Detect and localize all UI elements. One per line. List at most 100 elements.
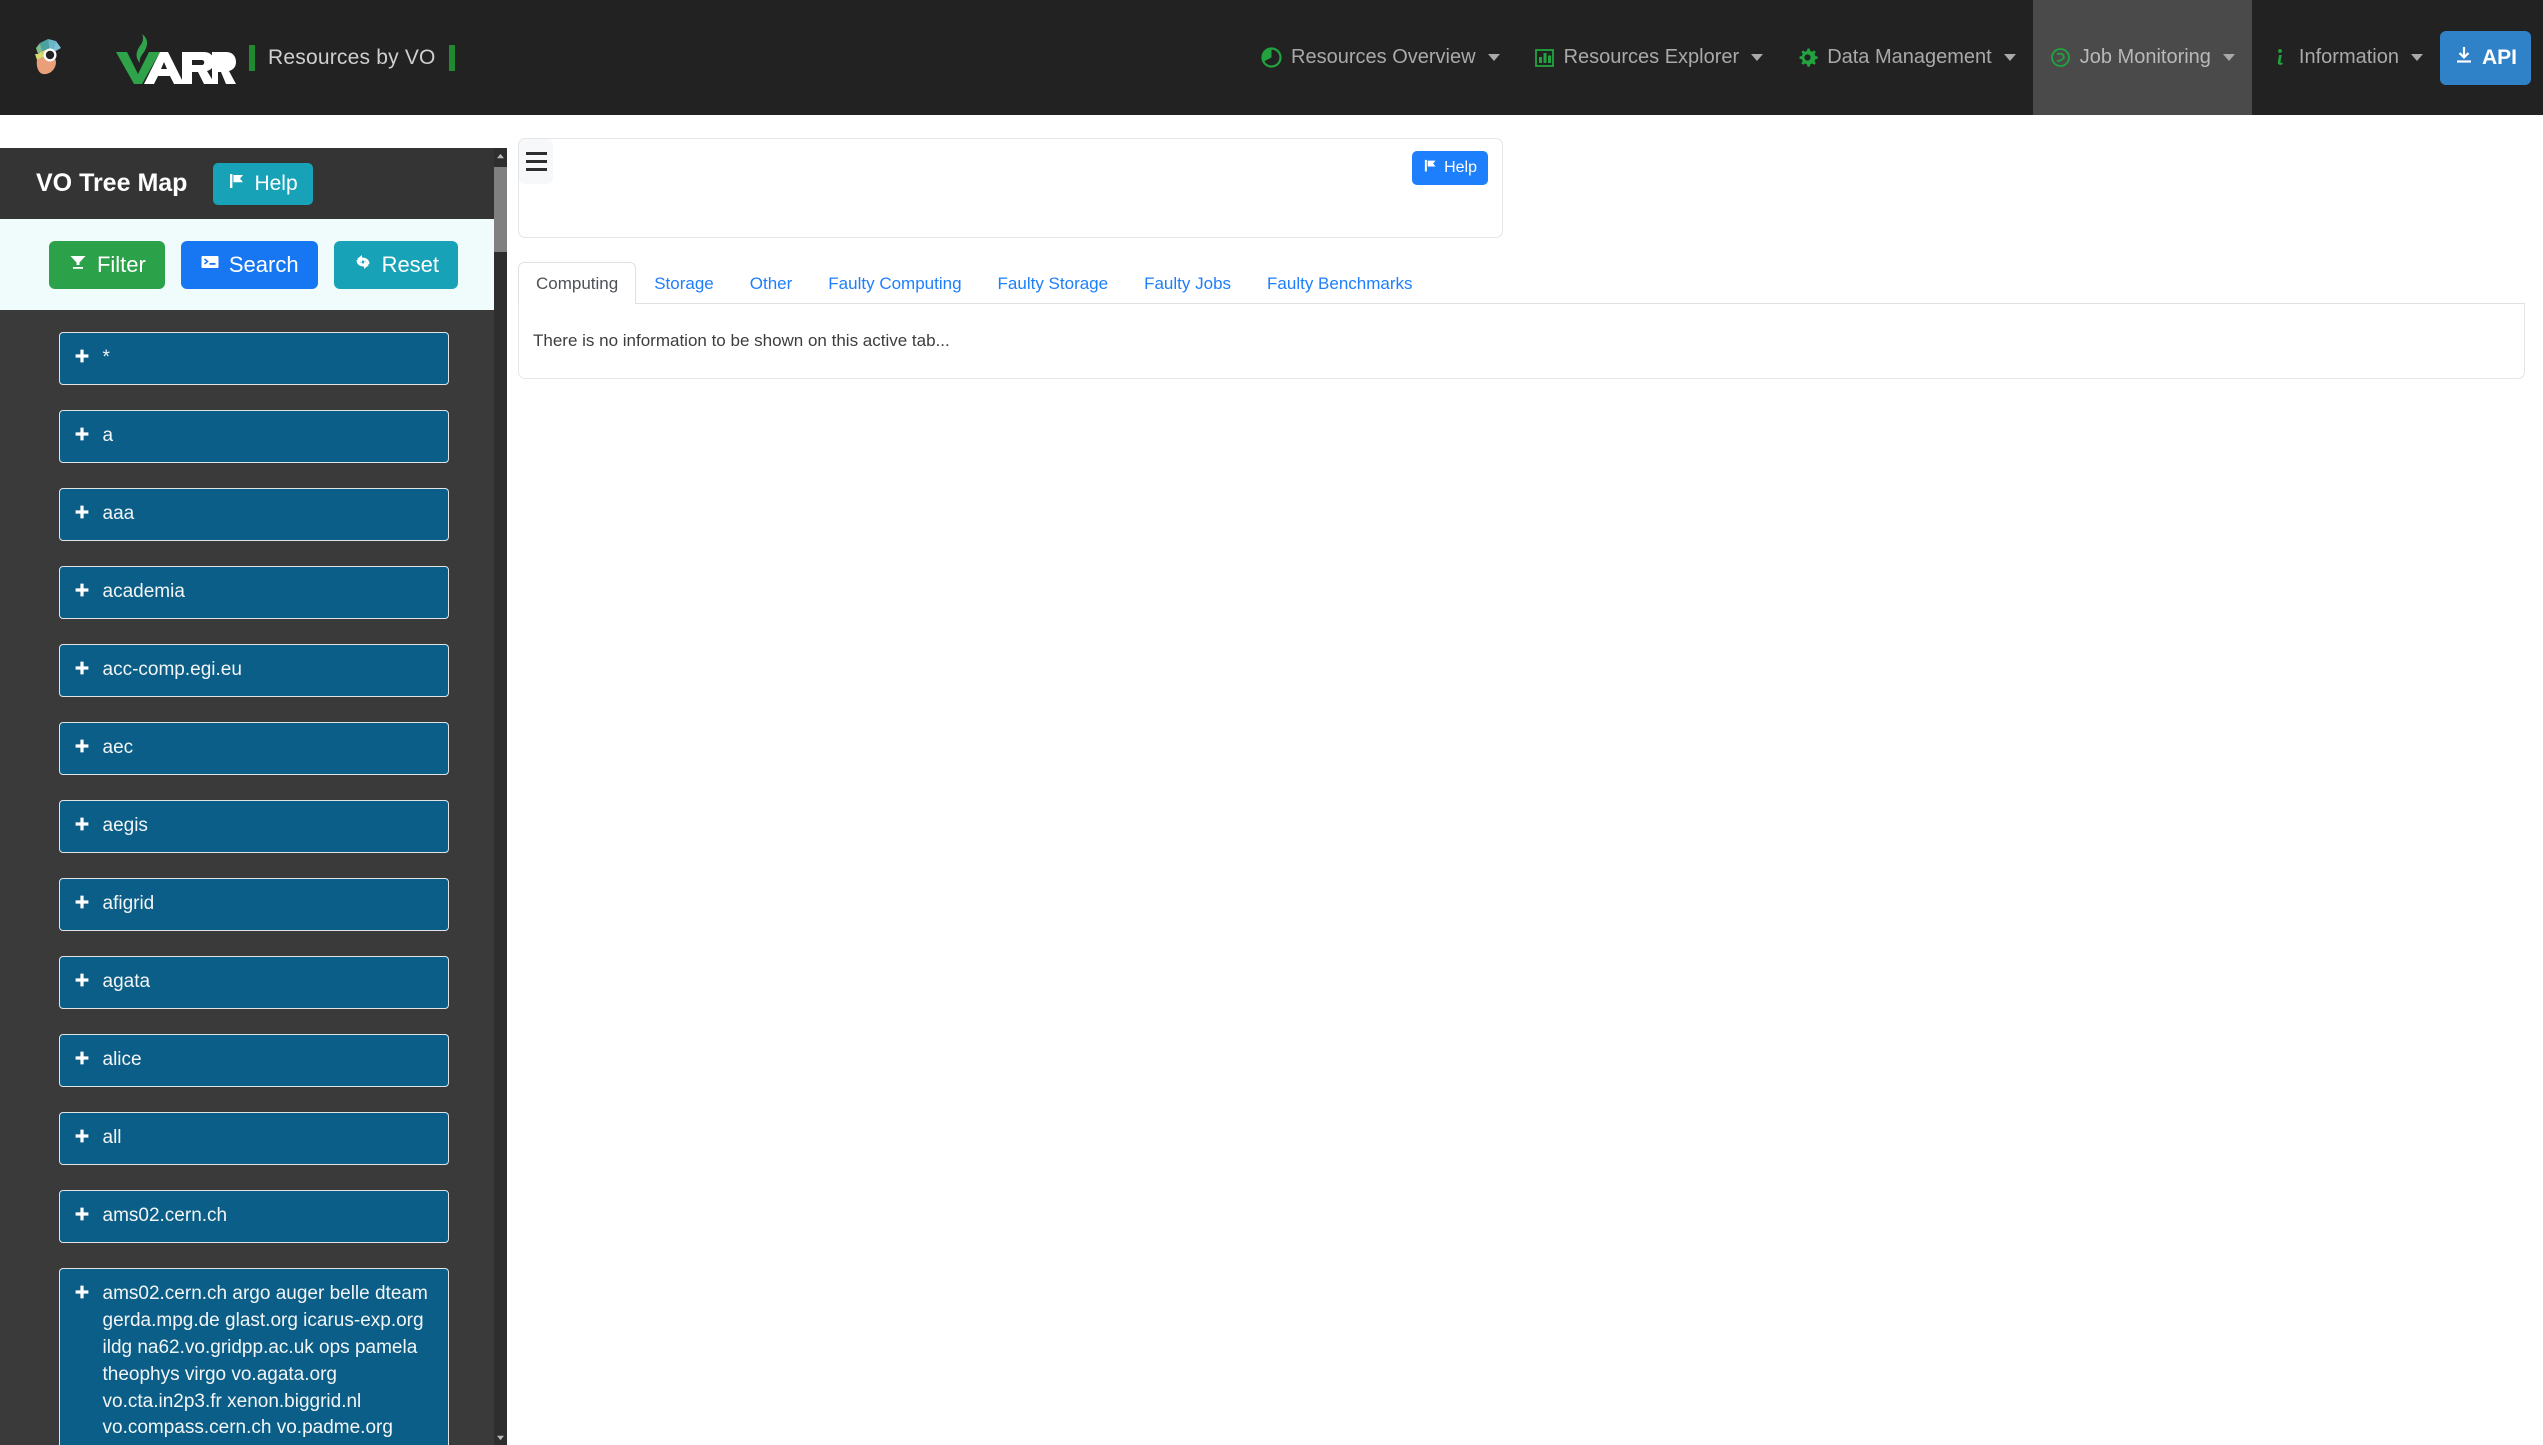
reset-button-label: Reset bbox=[382, 252, 439, 278]
scroll-down-arrow-icon[interactable] bbox=[494, 1429, 507, 1445]
nav-item-data-management[interactable]: Data Management bbox=[1780, 0, 2033, 115]
tree-item-label: aaa bbox=[103, 501, 135, 528]
nav-label-resources-explorer: Resources Explorer bbox=[1564, 46, 1740, 69]
tree-item-label: alice bbox=[103, 1047, 142, 1074]
nav-item-resources-overview[interactable]: Resources Overview bbox=[1244, 0, 1517, 115]
brand-separator-left bbox=[249, 45, 255, 71]
tab-label: Faulty Jobs bbox=[1144, 274, 1231, 293]
vo-tree-sidebar: VO Tree Map Help Filter bbox=[0, 148, 507, 1445]
scrollbar-thumb[interactable] bbox=[494, 167, 507, 252]
reset-button[interactable]: Reset bbox=[334, 241, 458, 289]
sidebar-title: VO Tree Map bbox=[36, 169, 187, 198]
filter-button-label: Filter bbox=[97, 252, 146, 278]
tree-item[interactable]: aec bbox=[59, 722, 449, 775]
clock-circle-icon bbox=[2050, 47, 2071, 68]
flag-icon bbox=[228, 172, 246, 196]
navbar-menu: Resources Overview Resources Explorer bbox=[1244, 0, 2543, 115]
vo-tree-list: * a aaa academia acc-comp.egi.eu aec aeg… bbox=[0, 310, 507, 1445]
tree-item-label: afigrid bbox=[103, 891, 155, 918]
tree-item-label: academia bbox=[103, 579, 185, 606]
chevron-down-icon bbox=[2004, 54, 2016, 61]
tree-item[interactable]: acc-comp.egi.eu bbox=[59, 644, 449, 697]
chevron-down-icon bbox=[2411, 54, 2423, 61]
tree-item[interactable]: a bbox=[59, 410, 449, 463]
tab-content-panel: There is no information to be shown on t… bbox=[518, 304, 2525, 379]
nav-item-job-monitoring[interactable]: Job Monitoring bbox=[2033, 0, 2252, 115]
search-button[interactable]: Search bbox=[181, 241, 318, 289]
tree-item-label: aec bbox=[103, 735, 134, 762]
tab-faulty-computing[interactable]: Faulty Computing bbox=[810, 262, 979, 304]
terminal-search-icon bbox=[200, 252, 220, 278]
tree-item[interactable]: agata bbox=[59, 956, 449, 1009]
brand-separator-right bbox=[449, 45, 455, 71]
tree-item-label: ams02.cern.ch argo auger belle dteam ger… bbox=[103, 1281, 434, 1445]
egi-logo-icon bbox=[26, 35, 72, 81]
plus-icon bbox=[74, 346, 90, 373]
plus-icon bbox=[74, 892, 90, 919]
main-help-label: Help bbox=[1444, 159, 1477, 177]
nav-item-information[interactable]: Information bbox=[2252, 0, 2440, 115]
main-content: Help Computing Storage Other Faulty Comp… bbox=[518, 138, 2543, 1445]
tree-item[interactable]: aegis bbox=[59, 800, 449, 853]
tree-item[interactable]: academia bbox=[59, 566, 449, 619]
nav-item-resources-explorer[interactable]: Resources Explorer bbox=[1517, 0, 1781, 115]
sidebar-scrollbar[interactable] bbox=[494, 148, 507, 1445]
sidebar-header: VO Tree Map Help bbox=[0, 148, 507, 219]
filter-button[interactable]: Filter bbox=[49, 241, 165, 289]
top-navbar: Resources by VO Resources Overview bbox=[0, 0, 2543, 115]
main-help-button[interactable]: Help bbox=[1412, 151, 1488, 185]
tab-storage[interactable]: Storage bbox=[636, 262, 732, 304]
tab-other[interactable]: Other bbox=[732, 262, 811, 304]
tab-faulty-benchmarks[interactable]: Faulty Benchmarks bbox=[1249, 262, 1431, 304]
tab-faulty-jobs[interactable]: Faulty Jobs bbox=[1126, 262, 1249, 304]
plus-icon bbox=[74, 1282, 90, 1309]
nav-label-job-monitoring: Job Monitoring bbox=[2080, 46, 2211, 69]
chevron-down-icon bbox=[1488, 54, 1500, 61]
tree-item[interactable]: alice bbox=[59, 1034, 449, 1087]
info-card: Help bbox=[518, 138, 1503, 238]
api-button[interactable]: API bbox=[2440, 31, 2531, 85]
chevron-down-icon bbox=[2223, 54, 2235, 61]
tree-item-label: * bbox=[103, 345, 110, 372]
tab-label: Faulty Benchmarks bbox=[1267, 274, 1413, 293]
tab-label: Computing bbox=[536, 274, 618, 293]
tree-item[interactable]: all bbox=[59, 1112, 449, 1165]
tree-item-label: aegis bbox=[103, 813, 148, 840]
sidebar-help-label: Help bbox=[254, 172, 297, 196]
plus-icon bbox=[74, 736, 90, 763]
tree-item[interactable]: * bbox=[59, 332, 449, 385]
tree-item[interactable]: aaa bbox=[59, 488, 449, 541]
hamburger-menu-icon[interactable] bbox=[519, 139, 553, 184]
api-button-label: API bbox=[2482, 46, 2517, 70]
tab-faulty-storage[interactable]: Faulty Storage bbox=[980, 262, 1127, 304]
brand-title: Resources by VO bbox=[268, 46, 436, 70]
scroll-up-arrow-icon[interactable] bbox=[494, 148, 507, 164]
info-icon bbox=[2269, 47, 2290, 68]
nav-label-resources-overview: Resources Overview bbox=[1291, 46, 1476, 69]
filter-icon bbox=[68, 252, 88, 278]
chevron-down-icon bbox=[1751, 54, 1763, 61]
download-icon bbox=[2454, 45, 2474, 71]
flag-icon bbox=[1423, 158, 1438, 178]
tab-computing[interactable]: Computing bbox=[518, 262, 636, 304]
vapor-wordmark-logo bbox=[108, 30, 236, 86]
tab-label: Faulty Storage bbox=[998, 274, 1109, 293]
plus-icon bbox=[74, 424, 90, 451]
plus-icon bbox=[74, 658, 90, 685]
tree-item-multi-vo[interactable]: ams02.cern.ch argo auger belle dteam ger… bbox=[59, 1268, 449, 1445]
brand-area[interactable]: Resources by VO bbox=[0, 0, 468, 115]
plus-icon bbox=[74, 1126, 90, 1153]
plus-icon bbox=[74, 580, 90, 607]
pie-chart-icon bbox=[1261, 47, 1282, 68]
tree-item-label: ams02.cern.ch bbox=[103, 1203, 228, 1230]
tree-item[interactable]: ams02.cern.ch bbox=[59, 1190, 449, 1243]
tree-item[interactable]: afigrid bbox=[59, 878, 449, 931]
tree-item-label: all bbox=[103, 1125, 122, 1152]
bar-chart-icon bbox=[1534, 47, 1555, 68]
sidebar-help-button[interactable]: Help bbox=[213, 163, 312, 205]
plus-icon bbox=[74, 970, 90, 997]
empty-state-message: There is no information to be shown on t… bbox=[533, 331, 950, 351]
sidebar-action-bar: Filter Search Reset bbox=[0, 219, 507, 310]
tab-label: Faulty Computing bbox=[828, 274, 961, 293]
tree-item-label: a bbox=[103, 423, 114, 450]
